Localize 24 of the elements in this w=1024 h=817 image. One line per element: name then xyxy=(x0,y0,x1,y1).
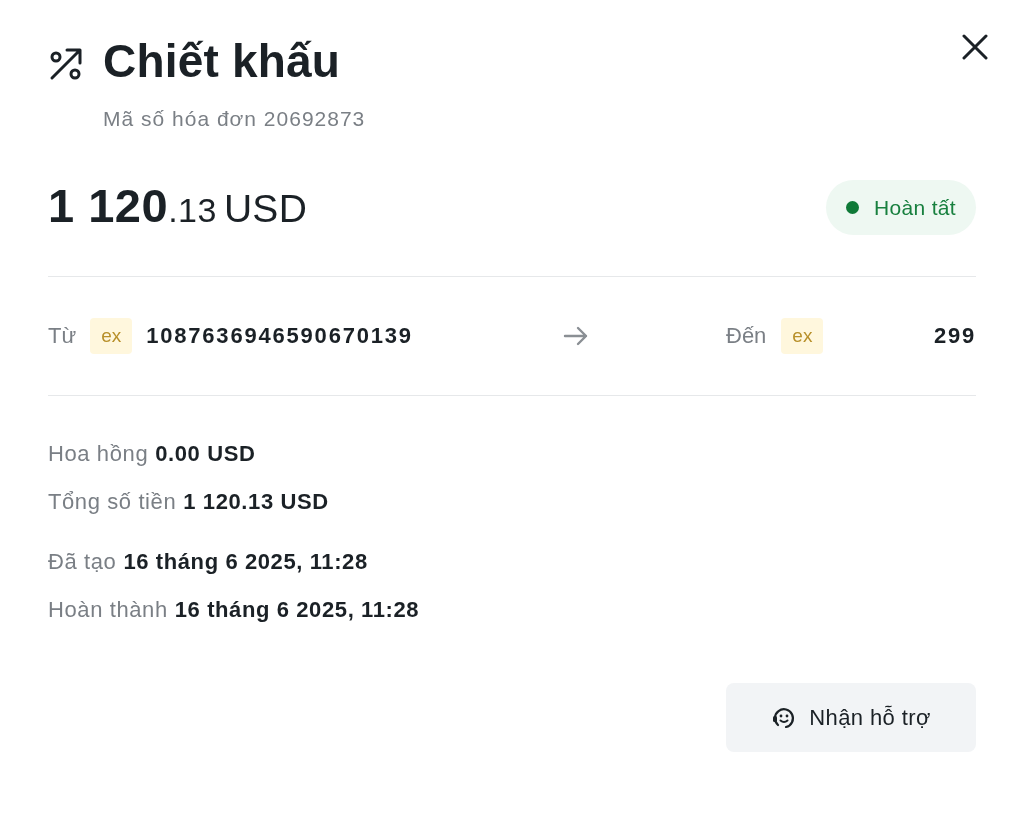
detail-value: 16 tháng 6 2025, 11:28 xyxy=(174,596,420,624)
amount-currency: USD xyxy=(223,185,308,232)
exchange-badge: ex xyxy=(90,318,133,354)
amount-decimals: .13 xyxy=(168,189,217,231)
account-number: 1087636946590670139 xyxy=(146,322,413,350)
dialog-title: Chiết khấu xyxy=(103,34,341,89)
detail-label: Đã tạo xyxy=(48,548,117,576)
amount-integer: 1 120 xyxy=(48,177,169,234)
to-label: Đến xyxy=(726,322,767,350)
close-icon xyxy=(962,34,988,60)
close-button[interactable] xyxy=(960,32,990,62)
invoice-number: Mã số hóa đơn 20692873 xyxy=(102,106,367,132)
detail-label: Hoàn thành xyxy=(48,596,168,624)
detail-label: Tổng số tiền xyxy=(48,488,177,516)
detail-value: 1 120.13 USD xyxy=(183,488,329,516)
detail-value: 0.00 USD xyxy=(155,440,256,468)
support-button[interactable]: Nhận hỗ trợ xyxy=(726,683,976,752)
from-label: Từ xyxy=(48,322,77,350)
status-label: Hoàn tất xyxy=(874,194,956,221)
arrow-right-icon xyxy=(563,326,589,346)
detail-label: Hoa hồng xyxy=(48,440,149,468)
detail-value: 16 tháng 6 2025, 11:28 xyxy=(123,548,368,576)
exchange-badge: ex xyxy=(781,318,824,354)
account-number: 299 xyxy=(933,322,976,350)
